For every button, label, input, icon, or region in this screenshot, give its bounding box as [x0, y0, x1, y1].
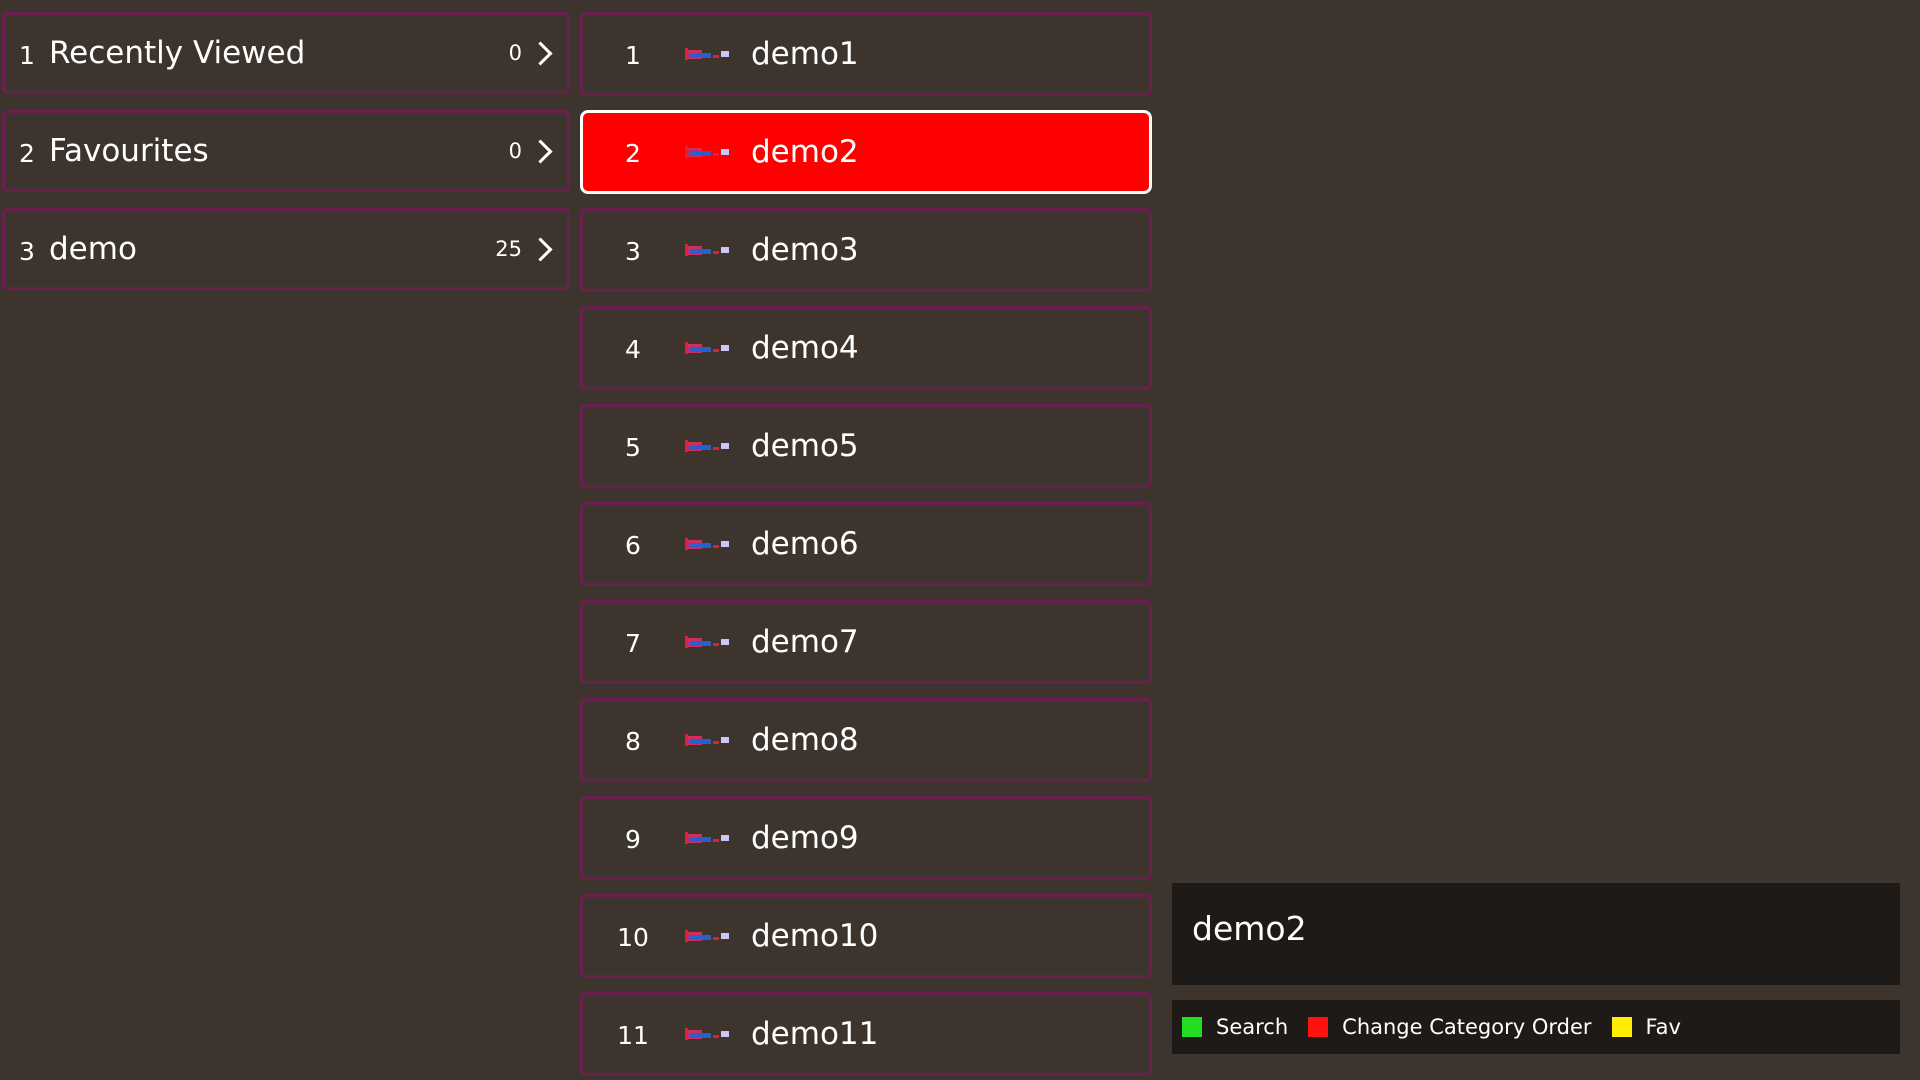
category-item-recently-viewed[interactable]: 1 Recently Viewed 0 [2, 12, 570, 94]
legend-fav[interactable]: Fav [1646, 1015, 1681, 1039]
channel-item-selected[interactable]: 2 demo2 [580, 110, 1152, 194]
channel-logo-icon [685, 1028, 729, 1040]
channel-logo-icon [685, 734, 729, 746]
channel-logo-icon [685, 146, 729, 158]
channel-logo-icon [685, 48, 729, 60]
channel-number: 1 [625, 40, 641, 70]
channel-number: 4 [625, 334, 641, 364]
color-key-legend: Search Change Category Order Fav [1172, 1000, 1900, 1054]
channel-name: demo2 [751, 134, 859, 170]
channel-logo-icon [685, 636, 729, 648]
channel-number: 10 [617, 922, 649, 952]
category-label: Favourites [49, 133, 209, 169]
channel-number: 3 [625, 236, 641, 266]
channel-item[interactable]: 11 demo11 [580, 992, 1152, 1076]
category-item-demo[interactable]: 3 demo 25 [2, 208, 570, 290]
channel-list-screen: 1 Recently Viewed 0 2 Favourites 0 3 dem… [0, 0, 1920, 1080]
channel-logo-icon [685, 440, 729, 452]
channel-number: 6 [625, 530, 641, 560]
category-item-favourites[interactable]: 2 Favourites 0 [2, 110, 570, 192]
channel-item[interactable]: 9 demo9 [580, 796, 1152, 880]
channel-item[interactable]: 1 demo1 [580, 12, 1152, 96]
chevron-right-icon [528, 40, 553, 66]
chevron-right-icon [528, 236, 553, 262]
channel-logo-icon [685, 832, 729, 844]
category-number: 2 [19, 138, 35, 168]
channel-number: 8 [625, 726, 641, 756]
legend-search[interactable]: Search [1216, 1015, 1288, 1039]
channel-logo-icon [685, 342, 729, 354]
channel-name: demo11 [751, 1016, 879, 1052]
channel-number: 7 [625, 628, 641, 658]
channel-name: demo4 [751, 330, 859, 366]
channel-logo-icon [685, 538, 729, 550]
channel-number: 5 [625, 432, 641, 462]
channel-logo-icon [685, 244, 729, 256]
category-count: 0 [508, 41, 522, 65]
channel-name: demo3 [751, 232, 859, 268]
channel-item[interactable]: 6 demo6 [580, 502, 1152, 586]
channel-item[interactable]: 5 demo5 [580, 404, 1152, 488]
legend-change-category-order[interactable]: Change Category Order [1342, 1015, 1591, 1039]
channel-name: demo9 [751, 820, 859, 856]
channel-name: demo6 [751, 526, 859, 562]
channel-name: demo1 [751, 36, 859, 72]
channel-item[interactable]: 4 demo4 [580, 306, 1152, 390]
category-count: 0 [508, 139, 522, 163]
channel-info-panel: demo2 [1172, 883, 1900, 985]
red-key-icon [1308, 1017, 1329, 1037]
category-count: 25 [495, 237, 522, 261]
channel-number: 11 [617, 1020, 649, 1050]
channel-item[interactable]: 3 demo3 [580, 208, 1152, 292]
channel-name: demo10 [751, 918, 879, 954]
yellow-key-icon [1611, 1017, 1632, 1037]
category-list: 1 Recently Viewed 0 2 Favourites 0 3 dem… [2, 12, 570, 306]
category-label: demo [49, 231, 137, 267]
channel-number: 2 [625, 138, 641, 168]
channel-list: 1 demo1 2 demo2 3 demo3 4 demo4 5 demo5 … [580, 12, 1152, 1080]
category-number: 3 [19, 236, 35, 266]
channel-name: demo5 [751, 428, 859, 464]
channel-logo-icon [685, 930, 729, 942]
channel-item[interactable]: 8 demo8 [580, 698, 1152, 782]
channel-name: demo7 [751, 624, 859, 660]
channel-item[interactable]: 10 demo10 [580, 894, 1152, 978]
category-label: Recently Viewed [49, 35, 306, 71]
category-number: 1 [19, 40, 35, 70]
green-key-icon [1182, 1017, 1202, 1037]
channel-item[interactable]: 7 demo7 [580, 600, 1152, 684]
chevron-right-icon [528, 138, 553, 164]
channel-name: demo8 [751, 722, 859, 758]
channel-info-title: demo2 [1192, 908, 1307, 948]
channel-number: 9 [625, 824, 641, 854]
